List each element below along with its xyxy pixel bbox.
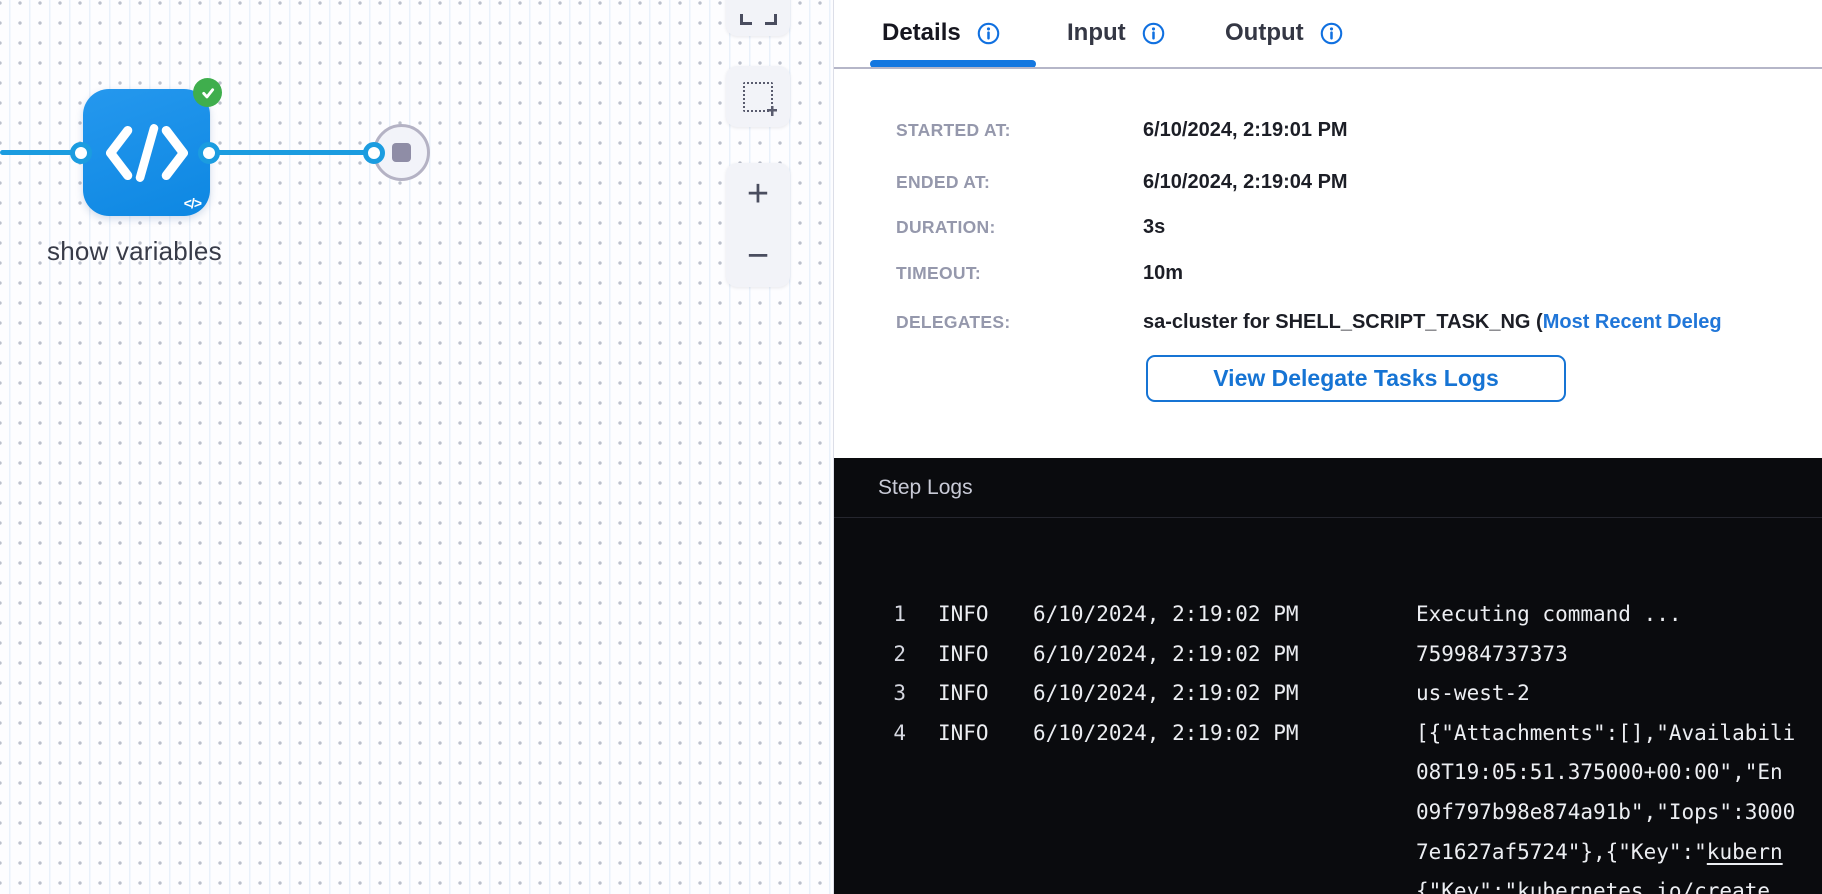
step-details-panel: Details Input (833, 0, 1822, 894)
detail-value: 3s (1143, 216, 1165, 238)
log-line-number: 1 (834, 595, 906, 635)
node-input-port[interactable] (70, 142, 92, 164)
tab-input-label: Input (1067, 19, 1126, 47)
log-level: INFO (938, 674, 1000, 714)
marquee-select-button[interactable] (726, 66, 790, 127)
log-level (938, 872, 1000, 894)
detail-row-started-at: STARTED AT:6/10/2024, 2:19:01 PM (896, 119, 1822, 142)
node-label: show variables (47, 236, 222, 267)
log-message: [{"Attachments":[],"Availabili (1416, 714, 1795, 754)
log-row: 2 INFO 6/10/2024, 2:19:02 PM759984737373 (834, 635, 1822, 675)
step-logs-title: Step Logs (878, 476, 973, 500)
log-timestamp (1033, 793, 1416, 833)
log-row-wrapped: 08T19:05:51.375000+00:00","En (834, 753, 1822, 793)
detail-row-timeout: TIMEOUT:10m (896, 262, 1822, 285)
log-message: 7e1627af5724"},{"Key":" (1416, 833, 1707, 873)
detail-label: DELEGATES: (896, 312, 1143, 333)
minus-icon: − (747, 237, 769, 275)
tab-output[interactable]: Output (1225, 0, 1343, 66)
success-check-icon (193, 78, 222, 107)
log-timestamp (1033, 833, 1416, 873)
detail-row-ended-at: ENDED AT:6/10/2024, 2:19:04 PM (896, 171, 1822, 194)
log-level (938, 753, 1000, 793)
log-level (938, 833, 1000, 873)
tab-output-label: Output (1225, 19, 1304, 47)
detail-label: ENDED AT: (896, 172, 1143, 193)
log-row-wrapped: 09f797b98e874a91b","Iops":3000 (834, 793, 1822, 833)
step-logs-panel: Step Logs 1INFO6/10/2024, 2:19:02 PMExec… (834, 458, 1822, 894)
tab-details-label: Details (882, 19, 961, 47)
code-chevrons-icon (106, 123, 188, 183)
log-row: 3 INFO 6/10/2024, 2:19:02 PMus-west-2 (834, 674, 1822, 714)
log-level: INFO (938, 595, 1000, 635)
most-recent-delegate-link[interactable]: Most Recent Deleg (1543, 311, 1722, 333)
tab-details[interactable]: Details (882, 0, 1000, 66)
fit-view-button[interactable] (726, 0, 790, 36)
end-node-input-port[interactable] (363, 142, 385, 164)
zoom-out-button[interactable]: − (726, 225, 790, 287)
pipeline-execution-page: </> show variables + (0, 0, 1822, 894)
log-row: 1 INFO 6/10/2024, 2:19:02 PMExecuting comm… (834, 595, 1822, 635)
stop-square-icon (392, 143, 411, 162)
log-message: Executing command ... (1416, 595, 1682, 635)
log-message: {"Key":"kubernetes.io/create (1416, 872, 1770, 894)
log-line-number (834, 833, 906, 873)
detail-label: DURATION: (896, 217, 1143, 238)
log-line-number (834, 793, 906, 833)
log-timestamp (1033, 753, 1416, 793)
detail-label: TIMEOUT: (896, 263, 1143, 284)
pipeline-canvas[interactable]: </> show variables + (0, 0, 833, 894)
detail-value: 6/10/2024, 2:19:04 PM (1143, 171, 1348, 193)
log-level: INFO (938, 635, 1000, 675)
log-message: 09f797b98e874a91b","Iops":3000 (1416, 793, 1795, 833)
plus-icon: + (747, 175, 769, 213)
log-message-link[interactable]: kubern (1707, 833, 1783, 873)
info-icon[interactable] (1142, 22, 1165, 45)
log-message: us-west-2 (1416, 674, 1530, 714)
step-logs-header: Step Logs (834, 458, 1822, 518)
log-message: 08T19:05:51.375000+00:00","En (1416, 753, 1783, 793)
tabs-divider (834, 67, 1822, 69)
log-line-number: 3 (834, 674, 906, 714)
log-row: 4 INFO 6/10/2024, 2:19:02 PM[{"Attachments… (834, 714, 1822, 754)
delegates-value: sa-cluster for SHELL_SCRIPT_TASK_NG ( (1143, 311, 1543, 333)
log-level (938, 793, 1000, 833)
log-line-number: 4 (834, 714, 906, 754)
zoom-in-button[interactable]: + (726, 163, 790, 225)
log-line-number: 2 (834, 635, 906, 675)
log-row-wrapped: {"Key":"kubernetes.io/create (834, 872, 1822, 894)
step-node-show-variables[interactable]: </> (83, 89, 210, 216)
detail-row-delegates: DELEGATES:sa-cluster for SHELL_SCRIPT_TA… (896, 311, 1822, 334)
log-timestamp: 6/10/2024, 2:19:02 PM (1033, 595, 1416, 635)
log-line-number (834, 753, 906, 793)
detail-label: STARTED AT: (896, 120, 1143, 141)
detail-row-duration: DURATION:3s (896, 216, 1822, 239)
log-lines[interactable]: 1INFO6/10/2024, 2:19:02 PMExecuting comm… (834, 518, 1822, 894)
log-row-wrapped: 7e1627af5724"},{"Key":"kubern (834, 833, 1822, 873)
marquee-select-icon (743, 82, 773, 112)
fit-view-icon (740, 14, 777, 25)
log-message: 759984737373 (1416, 635, 1568, 675)
shell-script-mini-icon: </> (184, 195, 201, 211)
zoom-control-group: + − (726, 163, 790, 287)
view-delegate-tasks-logs-button[interactable]: View Delegate Tasks Logs (1146, 355, 1566, 402)
info-icon[interactable] (977, 22, 1000, 45)
log-line-number (834, 872, 906, 894)
log-timestamp: 6/10/2024, 2:19:02 PM (1033, 674, 1416, 714)
edge-incoming (0, 150, 76, 155)
log-level: INFO (938, 714, 1000, 754)
info-icon[interactable] (1320, 22, 1343, 45)
log-timestamp (1033, 872, 1416, 894)
log-timestamp: 6/10/2024, 2:19:02 PM (1033, 714, 1416, 754)
detail-value: 10m (1143, 262, 1183, 284)
node-output-port[interactable] (198, 142, 220, 164)
log-timestamp: 6/10/2024, 2:19:02 PM (1033, 635, 1416, 675)
detail-value: 6/10/2024, 2:19:01 PM (1143, 119, 1348, 141)
tab-input[interactable]: Input (1067, 0, 1165, 66)
edge-outgoing (212, 150, 368, 155)
detail-tabs: Details Input (834, 0, 1822, 69)
